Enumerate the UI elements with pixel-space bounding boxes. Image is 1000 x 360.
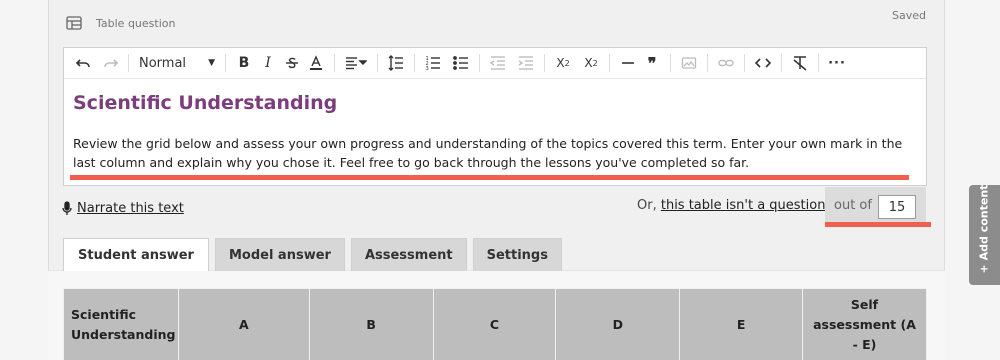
microphone-icon (62, 201, 72, 215)
annotation-underline (825, 222, 931, 227)
out-of-label: out of (834, 198, 872, 213)
bullet-list-icon[interactable] (449, 52, 473, 74)
image-icon[interactable] (677, 52, 701, 74)
numbered-list-icon[interactable]: 123 (421, 52, 445, 74)
table-header-cell[interactable]: Self assessment (A - E) (802, 288, 927, 360)
toolbar-divider (609, 54, 610, 72)
link-icon[interactable] (714, 52, 738, 74)
table-header-cell[interactable]: B (308, 288, 434, 360)
assessment-table: Scientific Understanding A B C D E Self … (63, 288, 927, 360)
horizontal-rule-icon[interactable] (616, 52, 640, 74)
table-header-cell[interactable]: Scientific Understanding (63, 288, 179, 360)
subscript-icon[interactable]: X2 (551, 52, 575, 74)
svg-text:3: 3 (426, 66, 429, 71)
editor-paragraph[interactable]: Review the grid below and assess your ow… (73, 134, 903, 172)
toolbar-divider (707, 54, 708, 72)
tab-student-answer[interactable]: Student answer (63, 238, 209, 271)
tab-settings[interactable]: Settings (472, 238, 562, 271)
align-dropdown-icon[interactable] (341, 52, 371, 74)
rich-text-editor[interactable]: Normal ▼ B I 123 X 2 X 2 ❞ ··· Scientifi… (63, 47, 927, 186)
toolbar-divider (544, 54, 545, 72)
not-a-question-toggle: Or, this table isn't a question. (637, 198, 830, 213)
italic-icon[interactable]: I (256, 52, 280, 74)
text-color-icon[interactable] (304, 52, 328, 74)
superscript-icon[interactable]: X2 (579, 52, 603, 74)
toolbar-divider (818, 54, 819, 72)
bold-icon[interactable]: B (232, 52, 256, 74)
toolbar-divider (744, 54, 745, 72)
indent-icon[interactable] (514, 52, 538, 74)
toolbar-divider (414, 54, 415, 72)
max-score-input[interactable] (878, 195, 916, 219)
table-header-cell[interactable]: E (679, 288, 803, 360)
editor-heading[interactable]: Scientific Understanding (73, 92, 337, 114)
tab-assessment[interactable]: Assessment (350, 238, 467, 271)
toolbar-divider (377, 54, 378, 72)
outdent-icon[interactable] (486, 52, 510, 74)
save-status: Saved (892, 9, 926, 22)
toolbar-divider (225, 54, 226, 72)
toolbar-divider (128, 54, 129, 72)
editor-toolbar: Normal ▼ B I 123 X 2 X 2 ❞ ··· (64, 48, 926, 79)
toolbar-divider (781, 54, 782, 72)
strikethrough-icon[interactable] (280, 52, 304, 74)
annotation-underline (70, 175, 909, 180)
table-icon (66, 16, 82, 30)
narrate-link[interactable]: Narrate this text (62, 201, 184, 216)
undo-icon[interactable] (72, 52, 94, 74)
table-header-cell[interactable]: C (432, 288, 557, 360)
format-dropdown[interactable]: Normal ▼ (135, 52, 219, 74)
table-header-cell[interactable]: A (177, 288, 310, 360)
toolbar-divider (334, 54, 335, 72)
add-content-label[interactable]: + Add content (978, 185, 991, 274)
table-header-row: Scientific Understanding A B C D E Self … (63, 288, 927, 360)
table-header-cell[interactable]: D (555, 288, 681, 360)
line-height-icon[interactable] (384, 52, 408, 74)
toolbar-divider (479, 54, 480, 72)
more-options-icon[interactable]: ··· (825, 52, 849, 74)
redo-icon[interactable] (100, 52, 122, 74)
or-prefix: Or, (637, 198, 657, 213)
question-type-label: Table question (96, 17, 176, 30)
not-a-question-link[interactable]: this table isn't a question. (661, 198, 830, 213)
blockquote-icon[interactable]: ❞ (640, 52, 664, 74)
toolbar-divider (670, 54, 671, 72)
narrate-label: Narrate this text (77, 201, 184, 216)
chevron-down-icon: ▼ (208, 58, 215, 68)
tab-bar: Student answer Model answer Assessment S… (63, 238, 562, 271)
code-icon[interactable] (751, 52, 775, 74)
format-dropdown-label: Normal (139, 55, 187, 71)
clear-format-icon[interactable] (788, 52, 812, 74)
tab-model-answer[interactable]: Model answer (214, 238, 345, 271)
plus-icon: + (977, 264, 991, 274)
